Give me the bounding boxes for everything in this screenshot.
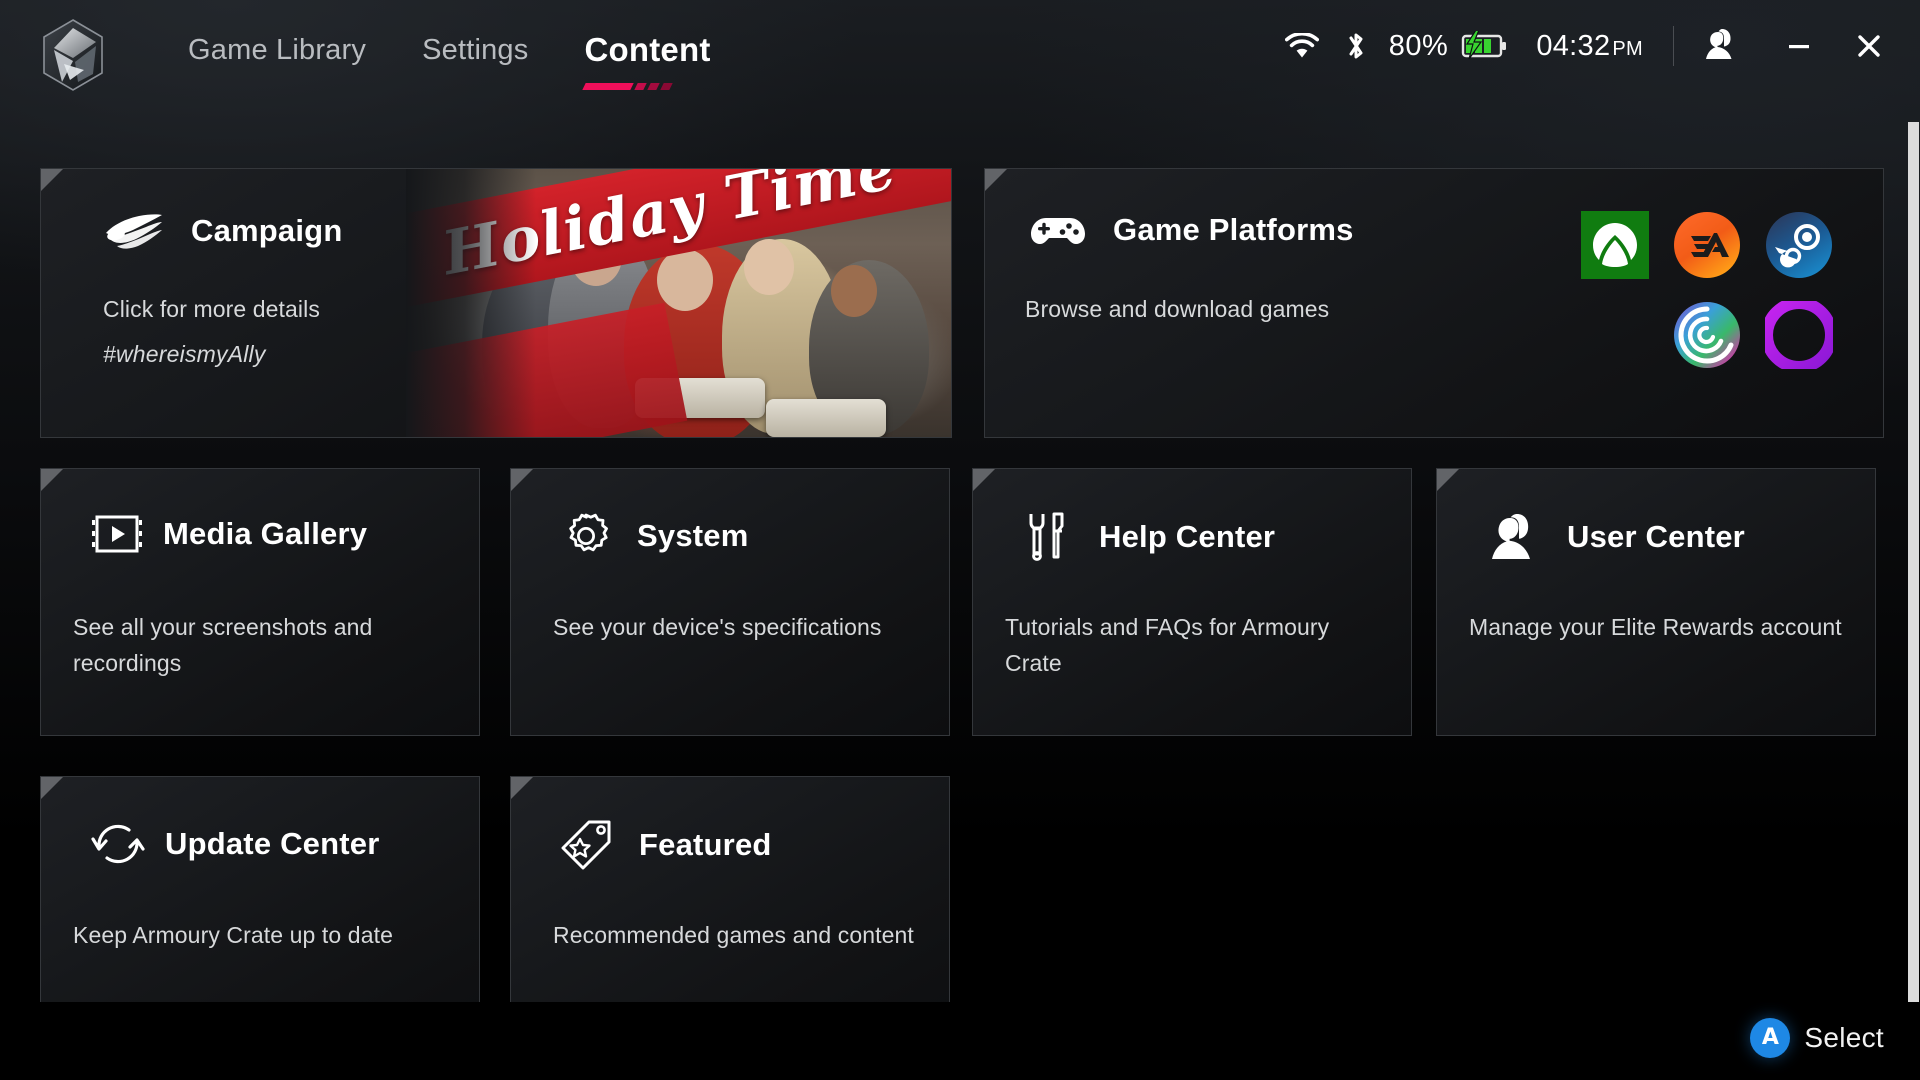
media-gallery-description: See all your screenshots and recordings [73,614,373,676]
app-header: Game Library Settings Content 80% 04:32 … [0,0,1920,112]
campaign-title: Campaign [191,213,343,248]
select-button-hint[interactable]: A Select [1750,1018,1884,1058]
campaign-description: Click for more details [103,296,320,322]
status-divider [1673,26,1674,66]
platforms-title-row: Game Platforms [1029,209,1354,251]
active-tab-indicator [582,83,674,90]
minimize-button[interactable] [1776,23,1822,69]
featured-description: Recommended games and content [553,922,914,948]
featured-title-row: Featured [561,819,772,871]
clock-time: 04:32 [1536,29,1611,62]
battery-percentage: 80% [1388,29,1449,62]
rog-hexagon-logo-icon[interactable] [40,18,106,92]
refresh-arrows-icon [91,819,145,869]
a-button-icon: A [1750,1018,1791,1058]
media-gallery-title-row: Media Gallery [91,511,367,557]
wrench-screwdriver-icon [1023,511,1073,563]
status-bar: 80% 04:32 PM [1284,0,1920,92]
armoury-crate-window: Game Library Settings Content 80% 04:32 … [0,0,1920,1080]
card-help-center[interactable]: Help Center Tutorials and FAQs for Armou… [972,468,1412,736]
update-center-title-row: Update Center [91,819,379,869]
system-description: See your device's specifications [553,614,882,640]
ubisoft-logo-icon[interactable] [1673,301,1741,369]
epic-games-logo-icon[interactable] [1761,297,1837,373]
user-center-title-row: User Center [1487,511,1745,563]
user-avatar-icon[interactable] [1700,26,1742,66]
platforms-description: Browse and download games [1025,296,1330,322]
user-center-title: User Center [1567,519,1745,554]
nav-tab-content[interactable]: Content [556,24,738,90]
clock: 04:32 PM [1536,30,1643,63]
rog-eye-logo-icon [103,209,165,253]
help-center-description: Tutorials and FAQs for Armoury Crate [1005,614,1330,676]
card-user-center[interactable]: User Center Manage your Elite Rewards ac… [1436,468,1876,736]
vertical-scrollbar-thumb[interactable] [1908,122,1919,1034]
system-title: System [637,518,749,553]
platforms-title: Game Platforms [1113,212,1354,247]
media-play-frame-icon [91,511,143,557]
media-gallery-title: Media Gallery [163,516,368,551]
nav-tab-label: Game Library [188,34,367,66]
a-button-glyph: A [1761,1025,1779,1050]
battery-charging-icon [1458,31,1510,61]
nav-tab-label: Content [584,31,711,68]
bluetooth-icon[interactable] [1345,30,1367,62]
card-game-platforms[interactable]: Game Platforms Browse and download games [984,168,1884,438]
vertical-scrollbar-track[interactable] [1907,112,1920,1052]
clock-ampm: PM [1612,37,1643,60]
card-media-gallery[interactable]: Media Gallery See all your screenshots a… [40,468,480,736]
nav-tab-game-library[interactable]: Game Library [160,24,394,76]
steam-logo-icon[interactable] [1765,211,1833,279]
help-center-title-row: Help Center [1023,511,1275,563]
gamepad-icon [1029,209,1087,251]
system-title-row: System [561,511,749,561]
update-center-description: Keep Armoury Crate up to date [73,922,393,948]
close-button[interactable] [1846,23,1892,69]
campaign-title-row: Campaign [103,209,342,253]
select-label: Select [1804,1022,1884,1053]
nav-tab-settings[interactable]: Settings [394,24,556,76]
platform-logo-list [1563,211,1837,373]
campaign-banner-image: Holiday Time [406,169,951,437]
help-center-title: Help Center [1099,519,1276,554]
campaign-hashtag: #whereismyAlly [103,341,266,367]
main-navigation: Game Library Settings Content [160,24,739,90]
featured-title: Featured [639,827,772,862]
gear-icon [561,511,611,561]
update-center-title: Update Center [165,826,380,861]
footer-bar: A Select [0,1002,1920,1080]
user-profile-icon [1487,511,1541,563]
ea-logo-icon[interactable] [1673,211,1741,279]
nav-tab-label: Settings [422,34,529,66]
tag-star-icon [561,819,613,871]
card-campaign[interactable]: Holiday Time Campaign Click for more det… [40,168,952,438]
wifi-icon[interactable] [1284,33,1319,59]
xbox-logo-icon[interactable] [1581,211,1649,279]
card-system[interactable]: System See your device's specifications [510,468,950,736]
user-center-description: Manage your Elite Rewards account [1469,614,1842,640]
